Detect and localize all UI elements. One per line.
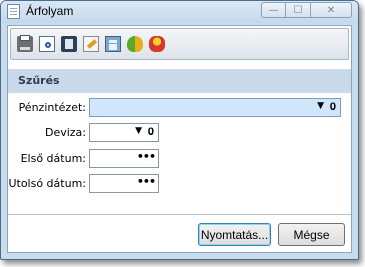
calculator-icon[interactable] [105,36,121,52]
title-bar[interactable]: Árfolyam — ☐ ✕ [1,1,358,23]
institution-combo[interactable]: ▼ 𝟎 [89,98,341,117]
minimize-button[interactable]: — [261,2,286,18]
print-preview-icon[interactable] [39,36,55,52]
window-controls: — ☐ ✕ [261,2,352,18]
institution-label: Pénzintézet: [18,101,86,114]
dialog-body: Szűrés Pénzintézet: ▼ 𝟎 Deviza: ▼ 𝟎 Első… [7,25,352,253]
first-date-field[interactable]: ••• [89,149,159,168]
chevron-down-icon[interactable]: ▼ [135,126,142,136]
divider [8,214,351,215]
app-window: Árfolyam — ☐ ✕ Szűrés Pénzintézet: ▼ 𝟎 D… [0,0,359,260]
toolbar [10,28,349,60]
currency-label: Deviza: [44,126,86,139]
last-date-field[interactable]: ••• [89,174,159,193]
window-title: Árfolyam [26,4,74,18]
currency-combo[interactable]: ▼ 𝟎 [89,123,159,142]
chevron-down-icon[interactable]: ▼ [317,101,324,111]
print-button[interactable]: Nyomtatás... [198,223,271,246]
last-date-label: Utolsó dátum: [8,177,86,190]
first-date-label: Első dátum: [20,152,86,165]
cancel-button[interactable]: Mégse [278,223,345,246]
filter-section-header: Szűrés [8,69,351,93]
coins-icon[interactable] [127,36,143,52]
currency-icon[interactable] [149,36,165,52]
edit-icon[interactable] [83,36,99,52]
section-title: Szűrés [18,74,60,87]
ellipsis-icon[interactable]: ••• [137,175,156,188]
paperclip-icon[interactable]: 𝟎 [330,100,336,114]
copy-icon[interactable] [61,36,77,52]
paperclip-icon[interactable]: 𝟎 [148,125,154,139]
close-button[interactable]: ✕ [311,2,352,18]
ellipsis-icon[interactable]: ••• [137,150,156,163]
printer-icon[interactable] [17,35,33,52]
maximize-button[interactable]: ☐ [286,2,311,18]
document-icon [7,4,20,19]
